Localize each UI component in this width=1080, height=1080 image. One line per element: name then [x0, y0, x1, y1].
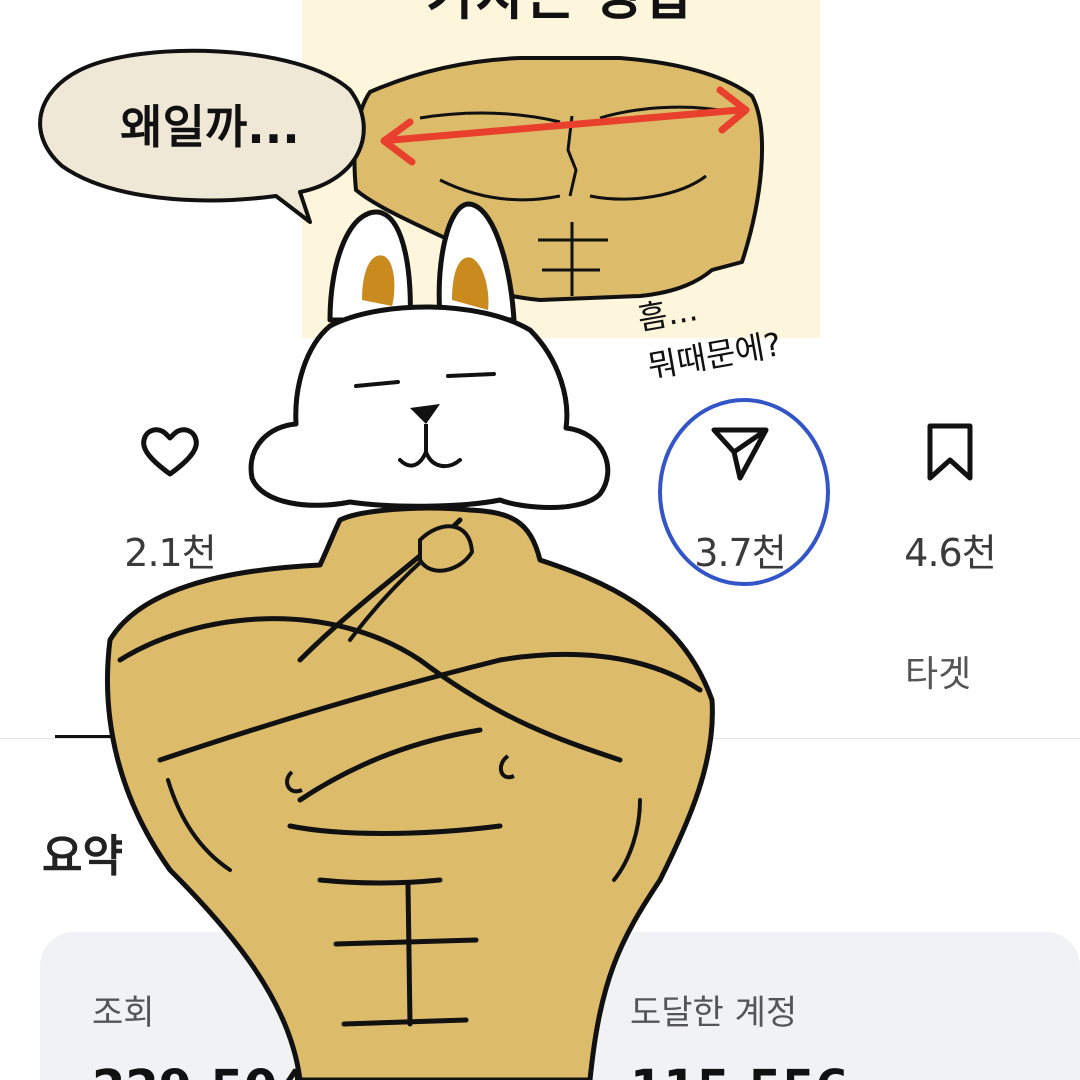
reach-label: 도달한 계정 — [630, 993, 798, 1033]
save-count: 4.6천 — [904, 531, 996, 575]
like-action[interactable]: 2.1천 — [80, 420, 260, 577]
save-action[interactable]: 4.6천 — [860, 420, 1040, 577]
heart-icon[interactable] — [138, 420, 202, 484]
comment-count: 94 — [366, 522, 414, 566]
post-action-row: 2.1천 94 3.7천 4.6천 — [0, 0, 1080, 600]
share-count: 3.7천 — [694, 531, 786, 575]
views-label: 조회 — [92, 993, 155, 1033]
like-count: 2.1천 — [124, 531, 216, 575]
tab-divider — [0, 738, 1080, 739]
send-icon[interactable] — [708, 420, 772, 484]
tab-target[interactable]: 타겟 — [905, 645, 971, 697]
bookmark-icon[interactable] — [918, 420, 982, 484]
comment-action[interactable]: 94 — [300, 420, 480, 566]
comment-icon[interactable] — [358, 420, 422, 484]
views-value: 229,504 — [92, 1060, 311, 1080]
share-action[interactable]: 3.7천 — [650, 420, 830, 577]
reach-value: 115,556 — [630, 1060, 849, 1080]
summary-card — [40, 932, 1080, 1080]
summary-title: 요약 — [42, 831, 123, 882]
